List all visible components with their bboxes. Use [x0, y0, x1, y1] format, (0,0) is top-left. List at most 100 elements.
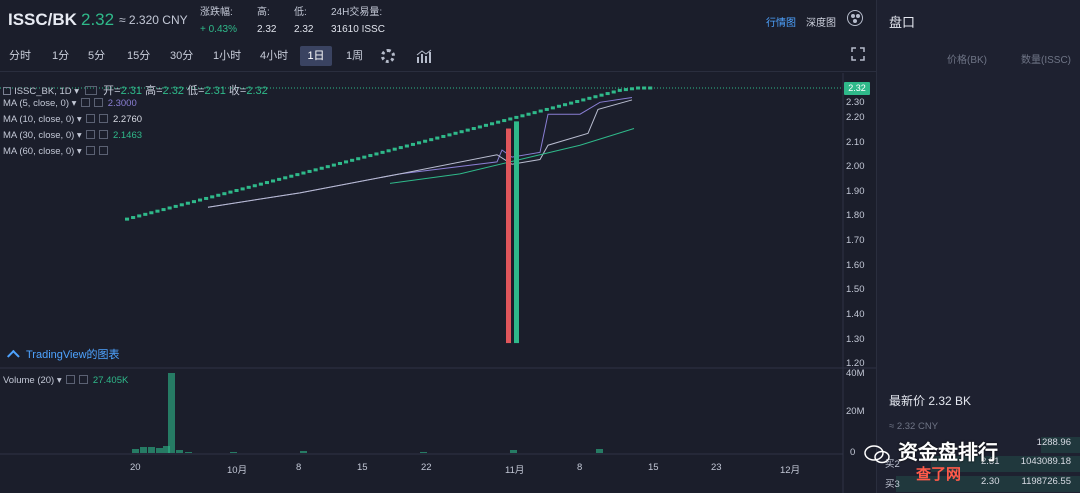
- volume-bar: [185, 452, 192, 453]
- palette-icon[interactable]: [847, 10, 863, 26]
- change-value: + 0.43%: [200, 24, 237, 35]
- ma30-legend[interactable]: MA (30, close, 0) ▾ 2.1463: [3, 130, 142, 142]
- volume-bar: [176, 450, 183, 453]
- volume-label: 24H交易量:: [331, 7, 383, 18]
- ohlc-legend: ISSC_BK, 1D ▾ 开=2.31 高=2.32 低=2.31 收=2.3…: [3, 82, 268, 98]
- volume-legend[interactable]: Volume (20) ▾ 27.405K: [3, 375, 128, 387]
- price-cny: ≈ 2.320 CNY: [119, 13, 188, 27]
- ma10-close-icon[interactable]: [99, 114, 109, 123]
- volume-close-icon[interactable]: [79, 375, 89, 384]
- candle: [496, 120, 501, 124]
- volume-label-chart[interactable]: Volume (20) ▾: [3, 375, 62, 386]
- candle: [404, 144, 409, 148]
- high-value: 2.32: [257, 24, 277, 35]
- ma30-line: [389, 128, 635, 184]
- ma10-legend[interactable]: MA (10, close, 0) ▾ 2.2760: [3, 114, 142, 126]
- tf-5m[interactable]: 5分: [81, 46, 112, 66]
- tf-15m[interactable]: 15分: [120, 46, 157, 66]
- ma60-label[interactable]: MA (60, close, 0) ▾: [3, 146, 82, 157]
- volume-bar: [510, 450, 517, 453]
- order-qty: 1043089.18: [1020, 456, 1071, 467]
- change-stat: 涨跌幅: + 0.43%: [200, 6, 237, 37]
- ma60-settings-icon[interactable]: [86, 146, 96, 155]
- depth-chart-link[interactable]: 深度图: [806, 14, 836, 29]
- tf-4h[interactable]: 4小时: [253, 46, 295, 66]
- y-tick: 1.40: [846, 309, 865, 320]
- x-tick: 23: [711, 462, 722, 473]
- watermark-sub: 查了网: [916, 466, 962, 483]
- fullscreen-icon[interactable]: [851, 47, 865, 61]
- tf-1m[interactable]: 1分: [45, 46, 76, 66]
- vol-tick: 0: [850, 447, 856, 458]
- volume-stat: 24H交易量: 31610 ISSC: [331, 6, 385, 37]
- candle-up: [514, 121, 519, 344]
- candle: [556, 104, 561, 108]
- volume-bar: [230, 452, 237, 453]
- y-tick: 2.20: [846, 112, 865, 123]
- candle: [167, 206, 172, 210]
- order-book-title: 盘口: [889, 15, 916, 30]
- ma5-settings-icon[interactable]: [81, 98, 91, 107]
- candle: [149, 211, 154, 215]
- candle: [277, 177, 282, 181]
- order-qty: 1198726.55: [1021, 476, 1072, 487]
- candle-down: [506, 128, 511, 344]
- candle: [362, 155, 367, 159]
- order-book-panel: 盘口 价格(BK) 数量(ISSC) 最新价 2.32 BK ≈ 2.32 CN…: [876, 0, 1080, 493]
- open-value: 2.31: [120, 85, 143, 97]
- low-stat: 低: 2.32: [294, 6, 313, 37]
- candle: [301, 171, 306, 175]
- tradingview-logo[interactable]: TradingView的图表: [7, 346, 120, 363]
- x-tick: 22: [421, 462, 432, 473]
- ma5-close-icon[interactable]: [94, 98, 104, 107]
- y-tick: 1.70: [846, 235, 865, 246]
- settings-gear-icon[interactable]: [381, 49, 395, 63]
- candle: [264, 181, 269, 185]
- order-book-row[interactable]: 买3 2.30 1198726.55: [877, 476, 1080, 492]
- tf-1w[interactable]: 1周: [339, 46, 370, 66]
- low-label: 低:: [294, 7, 307, 18]
- volume-settings-icon[interactable]: [66, 375, 76, 384]
- tf-30m[interactable]: 30分: [163, 46, 200, 66]
- ma10-label[interactable]: MA (10, close, 0) ▾: [3, 114, 82, 125]
- ma5-line: [207, 97, 633, 208]
- volume-bar: [148, 447, 155, 453]
- candle: [319, 166, 324, 170]
- candle: [337, 161, 342, 165]
- col-qty-header: 数量(ISSC): [1021, 55, 1071, 66]
- candle: [532, 111, 537, 115]
- ma30-close-icon[interactable]: [99, 130, 109, 139]
- tf-1d[interactable]: 1日: [300, 46, 332, 66]
- y-tick: 2.30: [846, 97, 865, 108]
- ma30-label[interactable]: MA (30, close, 0) ▾: [3, 130, 82, 141]
- candle: [526, 112, 531, 116]
- candles-group: [125, 86, 653, 344]
- x-tick: 15: [648, 462, 659, 473]
- price-chart[interactable]: ISSC_BK, 1D ▾ 开=2.31 高=2.32 低=2.31 收=2.3…: [0, 73, 876, 493]
- series-label[interactable]: ISSC_BK, 1D ▾: [14, 86, 79, 97]
- candle: [453, 131, 458, 135]
- indicators-icon[interactable]: [416, 49, 432, 63]
- ma5-legend[interactable]: MA (5, close, 0) ▾ 2.3000: [3, 98, 137, 110]
- candle: [246, 185, 251, 189]
- ma60-legend[interactable]: MA (60, close, 0) ▾: [3, 146, 110, 158]
- tf-1h[interactable]: 1小时: [206, 46, 248, 66]
- ma10-settings-icon[interactable]: [86, 114, 96, 123]
- tf-tick[interactable]: 分时: [2, 46, 38, 66]
- series-toggle-icon[interactable]: [3, 87, 11, 95]
- candle: [629, 87, 634, 91]
- candle: [143, 212, 148, 216]
- ma60-close-icon[interactable]: [99, 146, 109, 155]
- market-chart-link[interactable]: 行情图: [766, 14, 796, 29]
- order-side: 买3: [885, 479, 900, 490]
- candle: [350, 158, 355, 162]
- candle: [605, 92, 610, 96]
- candle: [137, 214, 142, 218]
- candle: [459, 130, 464, 134]
- candle: [581, 98, 586, 102]
- series-settings-icon[interactable]: [85, 86, 98, 95]
- ma30-settings-icon[interactable]: [86, 130, 96, 139]
- ma5-label[interactable]: MA (5, close, 0) ▾: [3, 98, 76, 109]
- low-value-ohlc: 2.31: [204, 85, 226, 97]
- volume-value-chart: 27.405K: [92, 375, 129, 386]
